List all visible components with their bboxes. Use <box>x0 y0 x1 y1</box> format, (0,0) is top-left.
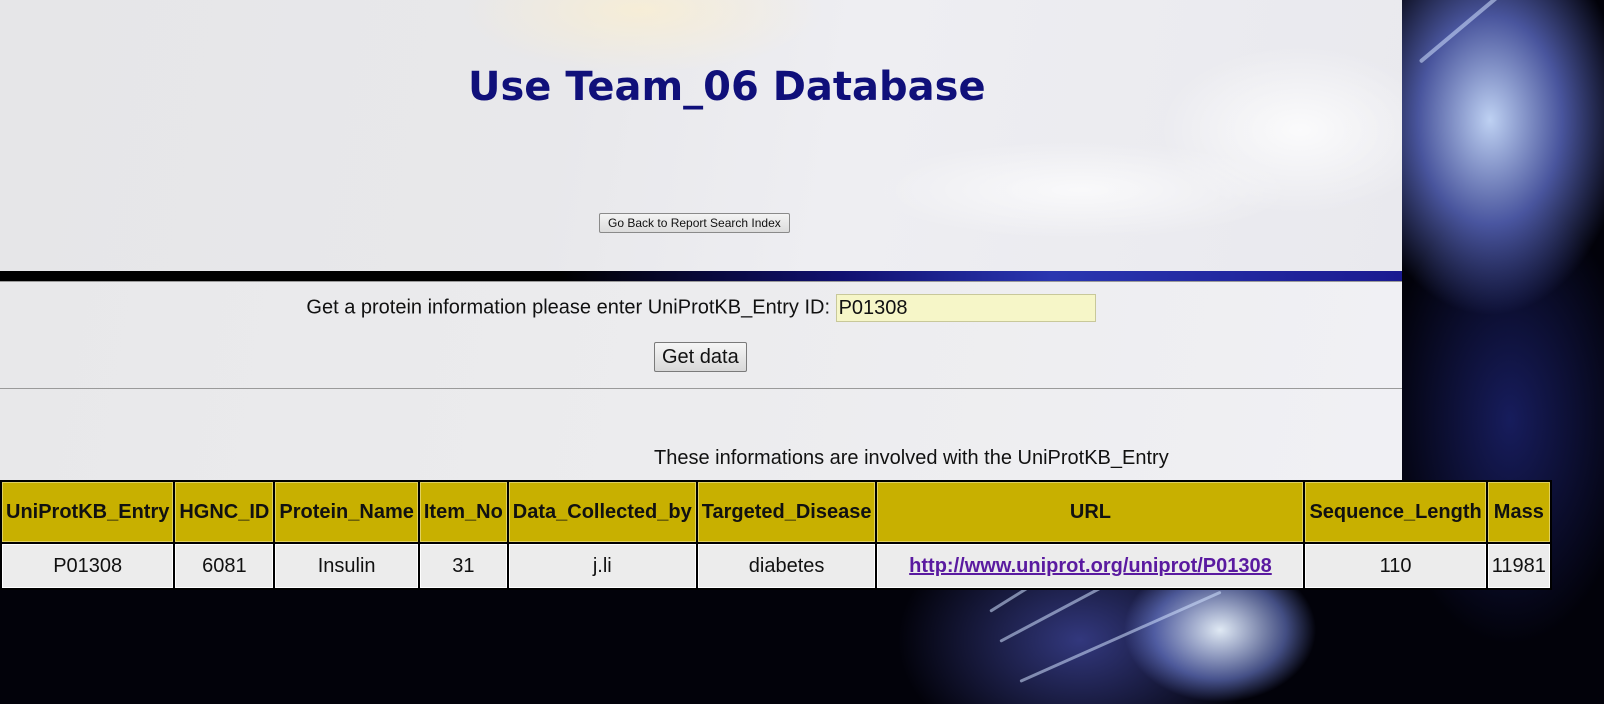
cell-hgnc-id: 6081 <box>175 544 274 588</box>
divider-band <box>0 271 1402 281</box>
results-caption: These informations are involved with the… <box>654 447 1169 469</box>
search-form: Get a protein information please enter U… <box>0 294 1402 322</box>
cell-data-collected-by: j.li <box>508 544 696 588</box>
table-header-row: UniProtKB_Entry HGNC_ID Protein_Name Ite… <box>2 482 1550 542</box>
divider-line <box>0 281 1402 282</box>
entry-id-input[interactable] <box>835 294 1096 322</box>
column-header-url: URL <box>877 482 1304 542</box>
table-row: P01308 6081 Insulin 31 j.li diabetes htt… <box>2 544 1550 588</box>
get-data-button[interactable]: Get data <box>654 342 747 372</box>
cell-uniprotkb-entry: P01308 <box>2 544 174 588</box>
column-header-hgnc-id: HGNC_ID <box>175 482 274 542</box>
cell-url: http://www.uniprot.org/uniprot/P01308 <box>877 544 1304 588</box>
cell-targeted-disease: diabetes <box>697 544 876 588</box>
cell-item-no: 31 <box>419 544 507 588</box>
column-header-item-no: Item_No <box>419 482 507 542</box>
column-header-data-collected-by: Data_Collected_by <box>508 482 696 542</box>
page-title: Use Team_06 Database <box>468 64 986 110</box>
column-header-sequence-length: Sequence_Length <box>1305 482 1486 542</box>
column-header-targeted-disease: Targeted_Disease <box>697 482 876 542</box>
column-header-uniprotkb-entry: UniProtKB_Entry <box>2 482 174 542</box>
column-header-protein-name: Protein_Name <box>275 482 418 542</box>
entry-id-label: Get a protein information please enter U… <box>306 296 831 319</box>
divider-line <box>0 388 1402 389</box>
cell-sequence-length: 110 <box>1305 544 1486 588</box>
column-header-mass: Mass <box>1487 482 1550 542</box>
uniprot-link[interactable]: http://www.uniprot.org/uniprot/P01308 <box>909 555 1272 577</box>
cell-protein-name: Insulin <box>275 544 418 588</box>
results-table: UniProtKB_Entry HGNC_ID Protein_Name Ite… <box>0 480 1552 590</box>
back-to-report-search-button[interactable]: Go Back to Report Search Index <box>599 213 790 233</box>
cell-mass: 11981 <box>1487 544 1550 588</box>
